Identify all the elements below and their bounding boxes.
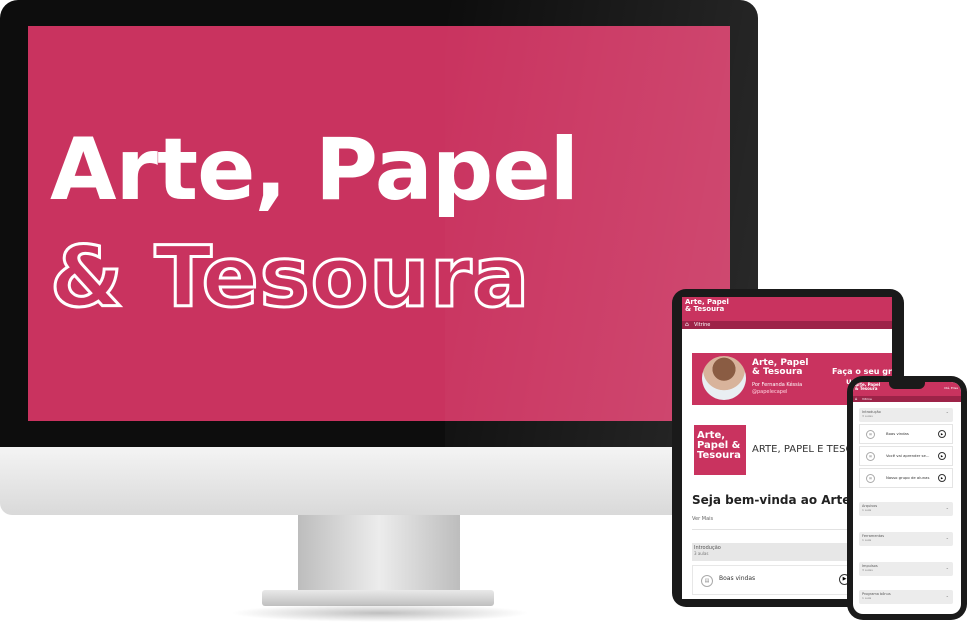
course-logo-line3: Tesoura <box>697 450 741 461</box>
monitor-shadow <box>230 604 530 622</box>
tablet-breadcrumb-label[interactable]: Vitrine <box>694 321 710 329</box>
chevron-up-icon[interactable]: ⌃ <box>946 411 949 416</box>
lesson-label: Você vai aprender se... <box>886 453 930 458</box>
tablet-logo-line2: & Tesoura <box>685 305 725 313</box>
tablet-logo[interactable]: Arte, Papel & Tesoura <box>685 299 729 313</box>
tablet-header: Arte, Papel & Tesoura <box>682 297 892 321</box>
module-subtitle: 1 aula <box>862 538 872 542</box>
phone-screen: Arte, Papel & Tesoura Olá, Elisa ⌂ Vitri… <box>853 382 961 614</box>
video-icon: ▤ <box>866 452 875 461</box>
phone-notch <box>889 382 925 389</box>
phone-breadcrumb-label[interactable]: Vitrine <box>862 396 872 402</box>
lesson-label: Boas vindas <box>719 575 756 582</box>
module-subtitle: 1 aula <box>862 508 872 512</box>
module-subtitle: 3 aulas <box>862 414 873 418</box>
banner-handle: @papelecapel <box>752 389 788 395</box>
hero-title-line2: & Tesoura <box>48 227 531 328</box>
author-photo <box>702 356 746 400</box>
phone-logo-line2: & Tesoura <box>855 386 878 391</box>
banner-title-line2: & Tesoura <box>752 367 803 377</box>
hero-title-line1: Arte, Papel <box>50 120 579 220</box>
module-arquivos[interactable]: Arquivos 1 aula ⌄ <box>859 502 953 516</box>
phone-logo[interactable]: Arte, Papel & Tesoura <box>855 383 880 391</box>
course-name: ARTE, PAPEL E TESO <box>752 444 854 455</box>
play-icon[interactable]: ▶ <box>938 430 946 438</box>
module-programa-bonus[interactable]: Programa bônus 1 aula ⌄ <box>859 590 953 604</box>
course-logo[interactable]: Arte, Papel & Tesoura <box>694 425 746 475</box>
home-icon[interactable]: ⌂ <box>855 396 858 402</box>
monitor-stand-neck <box>298 515 460 593</box>
chevron-down-icon[interactable]: ⌄ <box>946 593 949 598</box>
module-subtitle: 1 aula <box>862 596 872 600</box>
lesson-item[interactable]: ▤ Você vai aprender se... ▶ <box>859 446 953 466</box>
lesson-label: Boas vindas <box>886 431 909 436</box>
monitor-chin <box>0 447 758 515</box>
module-impulsos[interactable]: Impulsos 3 aulas ⌄ <box>859 562 953 576</box>
chevron-down-icon[interactable]: ⌄ <box>946 535 949 540</box>
module-ferramentas[interactable]: Ferramentas 1 aula ⌄ <box>859 532 953 546</box>
lesson-item[interactable]: ▤ Boas vindas ▶ <box>859 424 953 444</box>
chevron-down-icon[interactable]: ⌄ <box>946 505 949 510</box>
play-icon[interactable]: ▶ <box>938 452 946 460</box>
phone-breadcrumb: ⌂ Vitrine <box>853 396 961 402</box>
module-subtitle: 3 aulas <box>862 568 873 572</box>
chevron-down-icon[interactable]: ⌄ <box>946 565 949 570</box>
banner-author: Por Fernanda Késsia <box>752 382 803 388</box>
lesson-label: Nosso grupo de alunas <box>886 475 930 480</box>
see-more-link[interactable]: Ver Mais <box>692 516 713 522</box>
document-icon: ▤ <box>866 474 875 483</box>
play-icon[interactable]: ▶ <box>938 474 946 482</box>
home-icon[interactable]: ⌂ <box>685 321 689 328</box>
video-icon: ▤ <box>701 575 713 587</box>
banner-title: Arte, Papel & Tesoura <box>752 359 808 377</box>
module-subtitle: 3 aulas <box>694 551 709 556</box>
video-icon: ▤ <box>866 430 875 439</box>
tablet-breadcrumb: ⌂ Vitrine <box>682 321 892 329</box>
phone-user-greeting[interactable]: Olá, Elisa <box>944 386 958 390</box>
module-introducao[interactable]: Introdução 3 aulas ⌃ <box>859 408 953 422</box>
lesson-item[interactable]: ▤ Nosso grupo de alunas ▶ <box>859 468 953 488</box>
